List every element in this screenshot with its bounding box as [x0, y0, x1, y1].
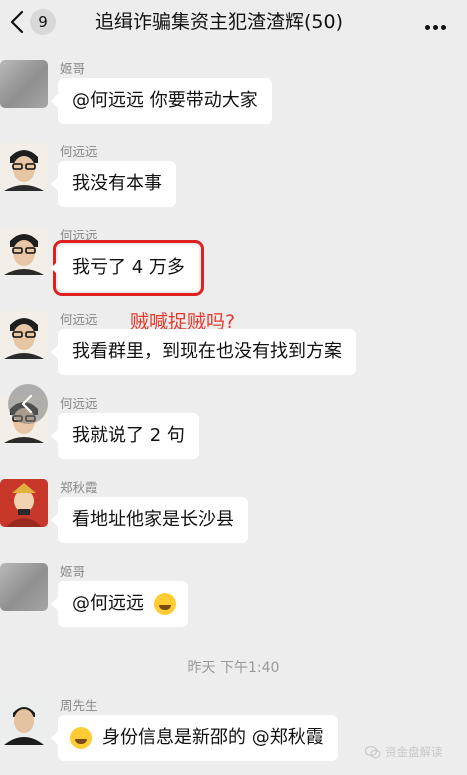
watermark-text: 资金盘解读	[385, 745, 443, 759]
person-avatar-icon	[0, 697, 48, 745]
person-avatar-icon	[0, 311, 48, 359]
person-avatar-icon	[0, 227, 48, 275]
deity-avatar-icon	[0, 479, 48, 527]
avatar[interactable]	[0, 143, 48, 191]
avatar[interactable]	[0, 311, 48, 359]
chat-header: 9 追缉诈骗集资主犯渣渣辉(50)	[0, 0, 467, 44]
message-bubble[interactable]: @何远远	[51, 581, 188, 627]
sender-name: 何远远	[60, 312, 98, 327]
avatar[interactable]	[0, 60, 48, 108]
more-dots-icon[interactable]	[425, 15, 451, 30]
message-bubble-highlighted[interactable]: 我亏了 4 万多	[51, 240, 204, 296]
avatar[interactable]	[0, 563, 48, 611]
message-text: @何远远	[72, 593, 144, 614]
timestamp: 昨天 下午1:40	[187, 660, 280, 676]
avatar[interactable]	[0, 227, 48, 275]
avatar[interactable]	[0, 479, 48, 527]
person-avatar-icon	[0, 143, 48, 191]
message-bubble[interactable]: 身份信息是新邵的 @郑秋霞	[51, 715, 338, 761]
watermark: 资金盘解读	[365, 744, 465, 760]
chevron-left-icon	[21, 394, 33, 414]
chevron-left-icon[interactable]	[6, 8, 30, 36]
sender-name: 何远远	[60, 144, 98, 159]
chat-title: 追缉诈骗集资主犯渣渣辉(50)	[95, 11, 344, 33]
message-bubble[interactable]: @何远远 你要带动大家	[51, 78, 272, 124]
sender-name: 郑秋霞	[60, 480, 98, 495]
avatar[interactable]	[0, 697, 48, 745]
message-text: 身份信息是新邵的 @郑秋霞	[102, 727, 324, 748]
laughing-crying-emoji-icon	[70, 727, 92, 749]
message-bubble[interactable]: 我没有本事	[51, 161, 176, 207]
sender-name: 姬哥	[60, 61, 86, 76]
message-bubble[interactable]: 我就说了 2 句	[51, 413, 199, 459]
sender-name: 周先生	[60, 698, 98, 713]
message-bubble[interactable]: 我看群里，到现在也没有找到方案	[51, 329, 356, 375]
sender-name: 何远远	[60, 396, 98, 411]
unread-count-badge[interactable]: 9	[30, 9, 56, 35]
sender-name: 何远远	[60, 228, 98, 243]
laughing-crying-emoji-icon	[154, 593, 176, 615]
message-bubble[interactable]: 看地址他家是长沙县	[51, 497, 248, 543]
wechat-icon	[365, 746, 381, 759]
floating-back-button[interactable]	[8, 384, 48, 424]
sender-name: 姬哥	[60, 564, 86, 579]
